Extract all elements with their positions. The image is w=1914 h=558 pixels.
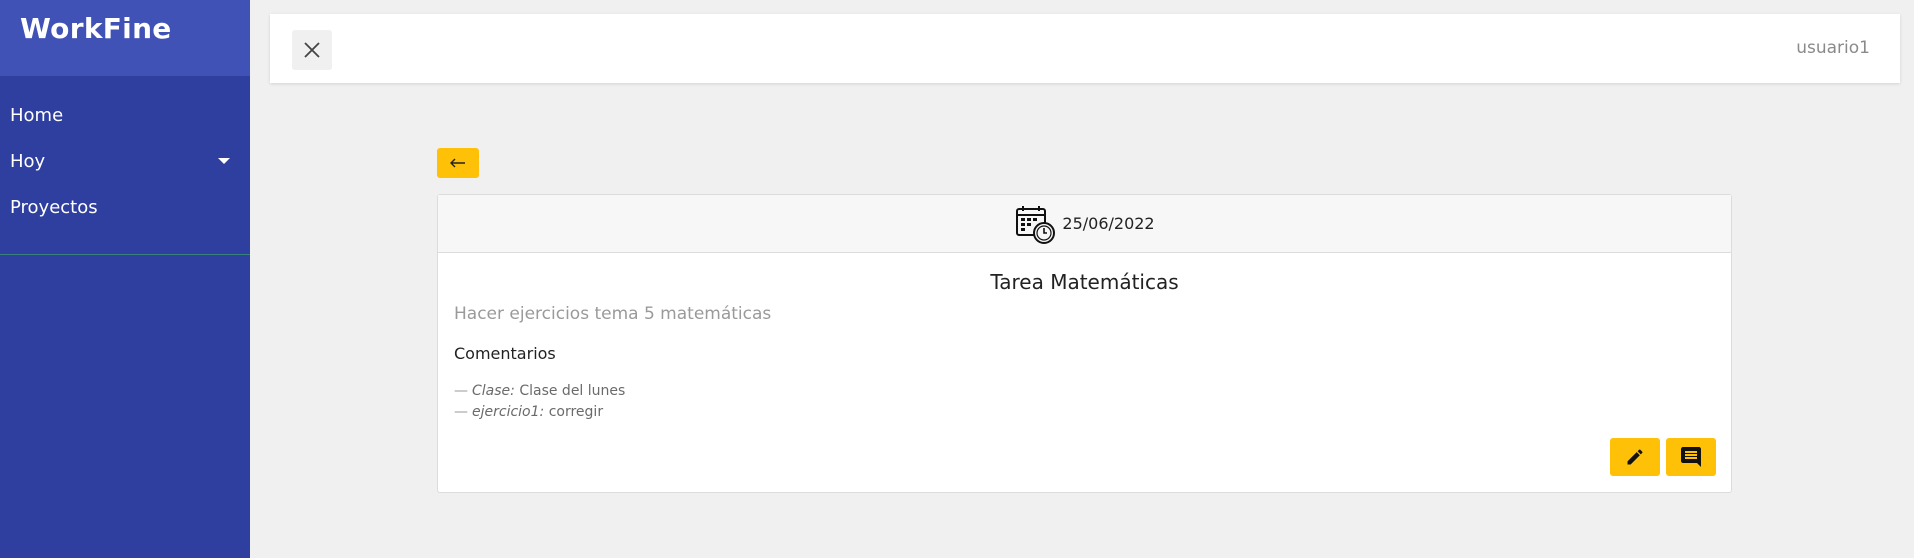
comment-item: — Clase: Clase del lunes	[454, 381, 1731, 402]
task-title: Tarea Matemáticas	[990, 270, 1179, 294]
comment-dash: —	[454, 404, 468, 420]
comment-item: — ejercicio1: corregir	[454, 402, 1731, 423]
top-bar: usuario1	[270, 14, 1900, 83]
close-button[interactable]	[292, 30, 332, 70]
comment-dash: —	[454, 383, 468, 399]
brand-logo[interactable]: WorkFine	[20, 12, 172, 45]
sidebar-divider	[0, 254, 250, 255]
sidebar-item-label: Hoy	[10, 150, 46, 172]
back-button[interactable]	[437, 148, 479, 178]
sidebar: WorkFine Home Hoy Proyectos	[0, 0, 250, 558]
task-date: 25/06/2022	[1062, 214, 1155, 233]
comment-author: Clase:	[472, 383, 515, 399]
comment-icon	[1681, 447, 1701, 467]
task-card: 25/06/2022 Tarea Matemáticas Hacer ejerc…	[437, 194, 1732, 493]
task-description: Hacer ejercicios tema 5 matemáticas	[454, 304, 772, 324]
sidebar-item-label: Home	[10, 104, 64, 126]
comments-list: — Clase: Clase del lunes — ejercicio1: cor…	[454, 381, 1731, 423]
comments-heading: Comentarios	[454, 344, 556, 363]
sidebar-item-proyectos[interactable]: Proyectos	[0, 184, 250, 230]
sidebar-item-label: Proyectos	[10, 196, 98, 218]
pencil-icon	[1627, 449, 1643, 465]
sidebar-item-home[interactable]: Home	[0, 92, 250, 138]
comment-text: Clase del lunes	[519, 383, 626, 399]
chevron-down-icon[interactable]	[218, 158, 230, 164]
comment-author: ejercicio1:	[472, 404, 545, 420]
brand-bar: WorkFine	[0, 0, 250, 76]
arrow-left-icon	[450, 158, 465, 168]
task-card-header: 25/06/2022	[438, 195, 1731, 253]
edit-button[interactable]	[1610, 438, 1660, 476]
close-icon	[304, 42, 320, 58]
task-actions	[1610, 438, 1716, 476]
sidebar-nav: Home Hoy Proyectos	[0, 92, 250, 230]
user-name[interactable]: usuario1	[1796, 38, 1870, 58]
comment-button[interactable]	[1666, 438, 1716, 476]
sidebar-item-hoy[interactable]: Hoy	[0, 138, 250, 184]
comment-text: corregir	[548, 404, 604, 420]
calendar-clock-icon	[1016, 205, 1056, 244]
